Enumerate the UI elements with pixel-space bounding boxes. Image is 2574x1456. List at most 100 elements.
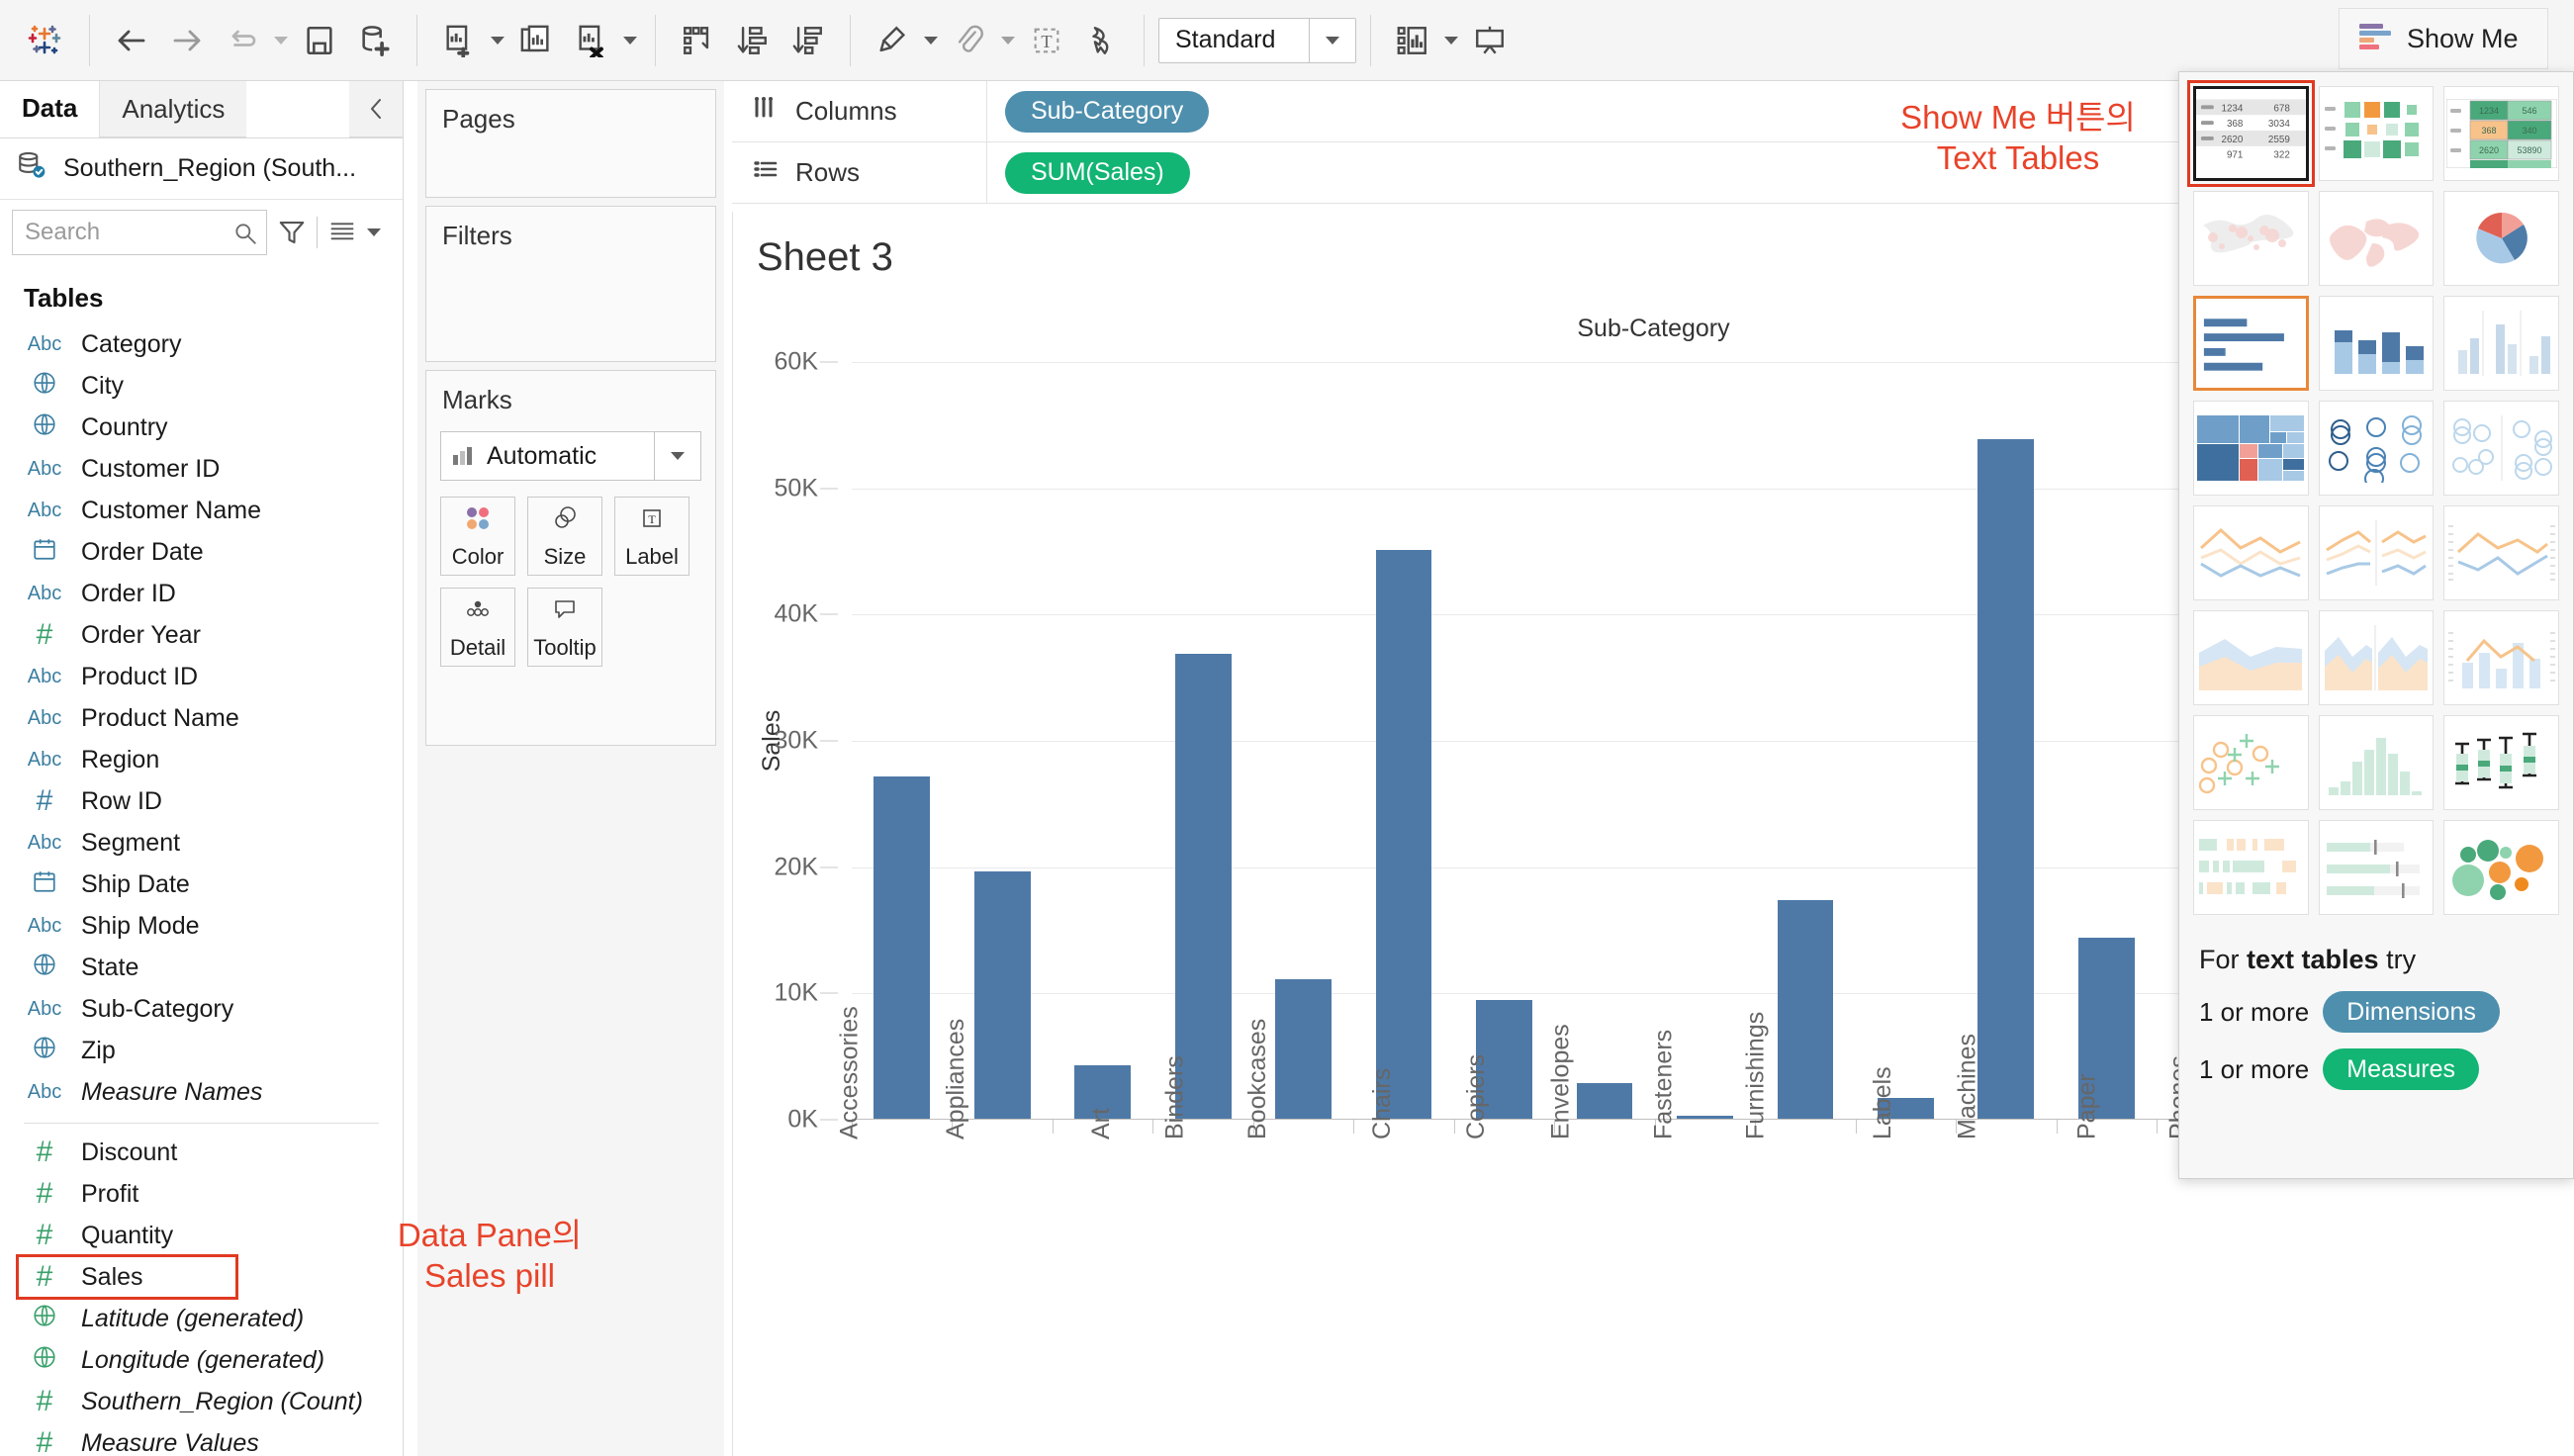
marks-size-button[interactable]: Size (527, 497, 602, 576)
show-me-thumb-symbol-map[interactable] (2193, 191, 2309, 286)
marks-detail-button[interactable]: Detail (440, 588, 515, 667)
show-me-thumb-horizontal-bars[interactable] (2193, 296, 2309, 391)
show-me-thumb-histogram[interactable] (2318, 715, 2435, 810)
show-me-thumb-highlight-table[interactable]: 1234 546 368 340 2620 53890 (2443, 86, 2559, 181)
field-country[interactable]: Country (0, 407, 403, 448)
presentation-mode-button[interactable] (1462, 13, 1517, 68)
filter-funnel-icon[interactable] (277, 218, 307, 247)
bar-bookcases[interactable] (1275, 979, 1333, 1120)
mark-type-dropdown[interactable]: Automatic (440, 431, 701, 481)
fix-axes-button[interactable] (1074, 13, 1130, 68)
field-row-id[interactable]: # Row ID (0, 780, 403, 822)
pill-sum-sales[interactable]: SUM(Sales) (1005, 151, 1190, 194)
pill-sub-category[interactable]: Sub-Category (1005, 90, 1210, 133)
field-product-id[interactable]: Abc Product ID (0, 656, 403, 697)
show-me-thumb-text-table[interactable]: 1234 678 368 3034 2620 2559 971 322 (2193, 86, 2309, 181)
field-order-id[interactable]: Abc Order ID (0, 573, 403, 614)
bar-envelopes[interactable] (1576, 1082, 1633, 1120)
show-me-thumb-scatter-plot[interactable] (2193, 715, 2309, 810)
show-mark-labels-button[interactable]: T (1019, 13, 1074, 68)
save-button[interactable] (292, 13, 347, 68)
show-me-thumb-filled-map[interactable] (2318, 191, 2435, 286)
marks-card[interactable]: Marks Automatic Color Size T Label Detai… (425, 370, 716, 746)
show-me-button[interactable]: Show Me (2339, 8, 2548, 69)
view-options-caret[interactable] (367, 228, 381, 236)
highlight-dropdown-caret[interactable] (920, 13, 942, 68)
show-me-thumb-gantt[interactable] (2193, 820, 2309, 915)
field-order-year[interactable]: # Order Year (0, 614, 403, 656)
new-worksheet-button[interactable] (431, 13, 487, 68)
redo-dropdown-caret[interactable] (270, 13, 292, 68)
pages-card[interactable]: Pages (425, 89, 716, 198)
search-box[interactable] (12, 210, 267, 255)
show-me-thumb-dual-combination[interactable] (2443, 610, 2559, 705)
duplicate-sheet-button[interactable] (508, 13, 564, 68)
bar-appliances[interactable] (973, 870, 1031, 1120)
show-me-thumb-heat-map[interactable] (2318, 86, 2435, 181)
field-sales[interactable]: # Sales (0, 1254, 403, 1300)
show-me-thumb-lines-continuous[interactable] (2193, 505, 2309, 600)
show-me-thumb-side-by-side-bars[interactable] (2443, 296, 2559, 391)
marks-tooltip-button[interactable]: Tooltip (527, 588, 602, 667)
field-region[interactable]: Abc Region (0, 739, 403, 780)
field-discount[interactable]: # Discount (0, 1132, 403, 1173)
field-measure-names[interactable]: Abc Measure Names (0, 1071, 403, 1113)
show-me-thumb-bullet-graph[interactable] (2318, 820, 2435, 915)
field-southern-region-count[interactable]: # Southern_Region (Count) (0, 1381, 403, 1422)
bar-chairs[interactable] (1375, 550, 1432, 1120)
show-me-thumb-circle-views[interactable] (2318, 401, 2435, 496)
show-me-thumb-box-and-whisker[interactable] (2443, 715, 2559, 810)
cards-dropdown-caret[interactable] (1440, 13, 1462, 68)
field-latitude-generated[interactable]: Latitude (generated) (0, 1298, 403, 1339)
tab-data[interactable]: Data (0, 81, 100, 137)
field-ship-date[interactable]: Ship Date (0, 864, 403, 905)
marks-label-button[interactable]: T Label (614, 497, 689, 576)
search-input[interactable] (13, 211, 266, 254)
chevron-left-icon[interactable] (349, 81, 403, 137)
bar-machines[interactable] (1977, 438, 2035, 1120)
field-quantity[interactable]: # Quantity (0, 1215, 403, 1256)
back-button[interactable] (104, 13, 159, 68)
field-ship-mode[interactable]: Abc Ship Mode (0, 905, 403, 947)
fit-dropdown[interactable]: Standard (1158, 17, 1356, 63)
new-worksheet-dropdown-caret[interactable] (487, 13, 508, 68)
data-source-item[interactable]: Southern_Region (South... (0, 138, 403, 200)
forward-button[interactable] (159, 13, 215, 68)
redo-button[interactable] (215, 13, 270, 68)
field-sub-category[interactable]: Abc Sub-Category (0, 988, 403, 1030)
highlight-button[interactable] (865, 13, 920, 68)
field-product-name[interactable]: Abc Product Name (0, 697, 403, 739)
show-hide-cards-button[interactable] (1385, 13, 1440, 68)
marks-color-button[interactable]: Color (440, 497, 515, 576)
clear-sheet-dropdown-caret[interactable] (619, 13, 641, 68)
show-me-thumb-packed-bubbles[interactable] (2443, 820, 2559, 915)
field-longitude-generated[interactable]: Longitude (generated) (0, 1339, 403, 1381)
filters-card[interactable]: Filters (425, 206, 716, 362)
field-city[interactable]: City (0, 365, 403, 407)
field-profit[interactable]: # Profit (0, 1173, 403, 1215)
field-zip[interactable]: Zip (0, 1030, 403, 1071)
bar-accessories[interactable] (873, 775, 931, 1120)
sort-ascending-button[interactable] (725, 13, 781, 68)
show-me-thumb-side-by-side-circles[interactable] (2443, 401, 2559, 496)
field-order-date[interactable]: Order Date (0, 531, 403, 573)
show-me-thumb-lines-discrete[interactable] (2318, 505, 2435, 600)
show-me-thumb-dual-lines[interactable] (2443, 505, 2559, 600)
group-dropdown-caret[interactable] (997, 13, 1019, 68)
bar-furnishings[interactable] (1777, 899, 1834, 1120)
show-me-thumb-area-discrete[interactable] (2318, 610, 2435, 705)
show-me-thumb-area-continuous[interactable] (2193, 610, 2309, 705)
new-data-source-button[interactable] (347, 13, 403, 68)
clear-sheet-button[interactable] (564, 13, 619, 68)
bar-binders[interactable] (1174, 653, 1232, 1120)
y-axis[interactable]: Sales 0K 10K 20K 30K 40K 50K 60K (733, 348, 852, 1134)
show-me-thumb-treemap[interactable] (2193, 401, 2309, 496)
field-category[interactable]: Abc Category (0, 323, 403, 365)
sort-descending-button[interactable] (781, 13, 836, 68)
tableau-logo-icon[interactable] (14, 13, 75, 68)
show-me-thumb-pie-chart[interactable] (2443, 191, 2559, 286)
tab-analytics[interactable]: Analytics (99, 81, 247, 137)
field-state[interactable]: State (0, 947, 403, 988)
field-measure-values[interactable]: # Measure Values (0, 1422, 403, 1456)
field-customer-name[interactable]: Abc Customer Name (0, 490, 403, 531)
